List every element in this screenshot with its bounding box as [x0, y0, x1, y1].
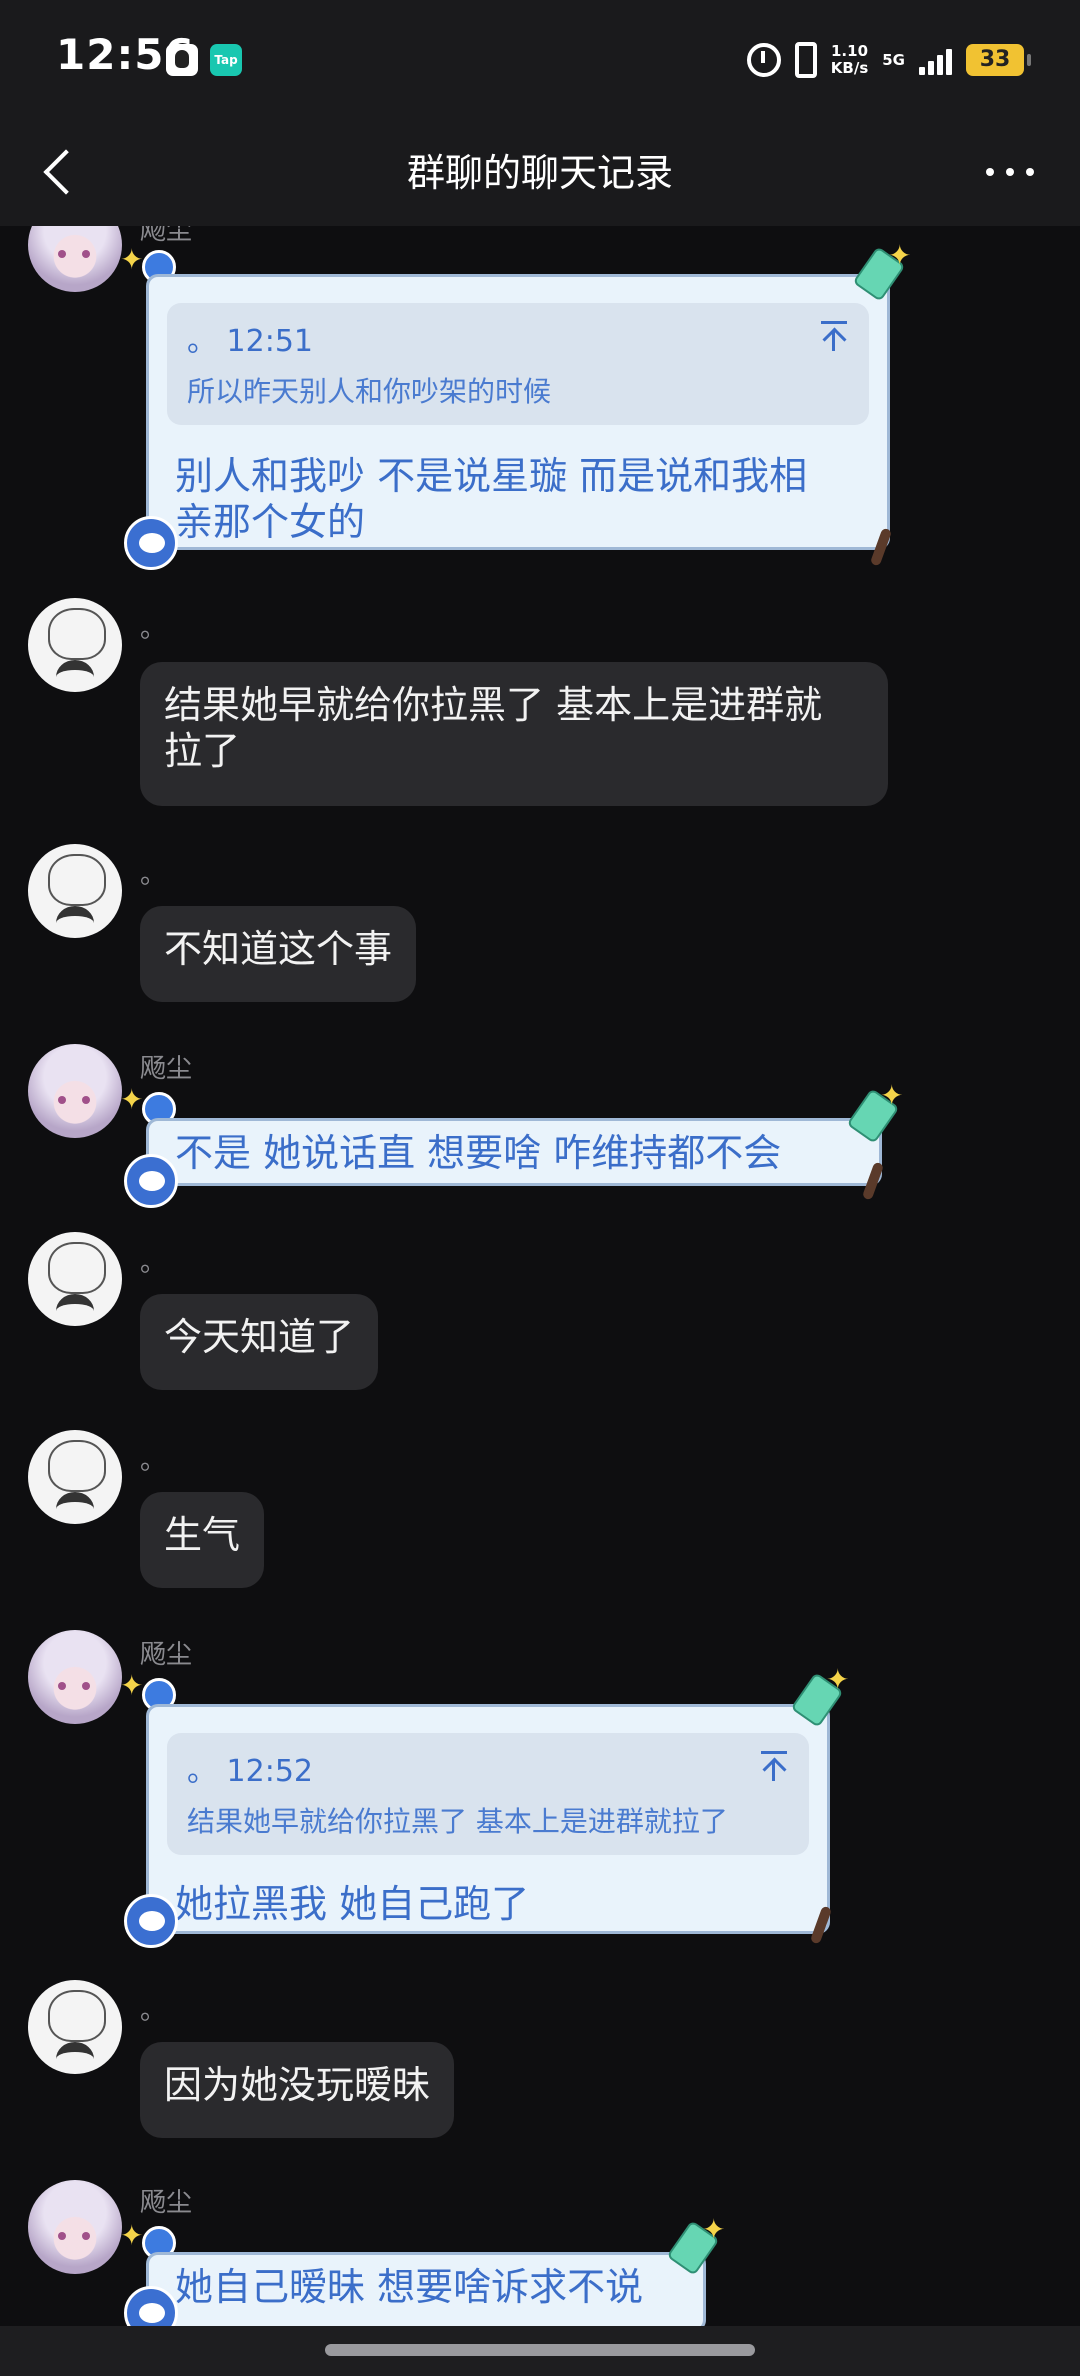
sender-name: 飏尘 [140, 1054, 193, 1084]
sender-name: 。 [140, 1996, 167, 2026]
message-bubble[interactable]: 结果她早就给你拉黑了 基本上是进群就 拉了 [140, 662, 888, 806]
avatar[interactable] [28, 1232, 122, 1326]
message-text-line: 别人和我吵 不是说星璇 而是说和我相 [175, 454, 808, 498]
message-bubble[interactable]: 今天知道了 [140, 1294, 379, 1390]
network-type: 5G [882, 51, 905, 69]
message-text-line: 亲那个女的 [175, 500, 366, 544]
sender-name: 。 [140, 1446, 167, 1476]
status-bar: 12:56 Tap 1.10 KB/s 5G 33 [0, 0, 1080, 118]
message-bubble[interactable]: 生气 [140, 1492, 265, 1588]
quote-sender-time: 。 12:52 [187, 1754, 313, 1789]
taptap-notification-icon: Tap [210, 44, 242, 76]
sparkle-icon: ✦ [880, 1079, 904, 1112]
gesture-bar [0, 2326, 1080, 2376]
network-speed: 1.10 KB/s [831, 43, 868, 77]
vibrate-icon [794, 42, 817, 78]
battery-icon: 33 [966, 44, 1031, 76]
sender-name: 飏尘 [140, 226, 193, 246]
avatar[interactable] [28, 1044, 122, 1138]
avatar[interactable] [28, 598, 122, 692]
jump-to-quote-icon[interactable] [821, 321, 847, 351]
message-text-line: 拉了 [164, 729, 241, 773]
network-type-label: 5G [882, 51, 905, 69]
chat-history[interactable]: 飏尘 ✦ 。 12:51 所以昨天别人和你吵架的时候 别人和我吵 不是说星璇 而… [0, 226, 1080, 2326]
message-bubble[interactable]: 她自己暧昧 想要啥诉求不说 [146, 2252, 706, 2326]
status-indicators: 1.10 KB/s 5G 33 [746, 38, 1031, 82]
sparkle-icon: ✦ [120, 2219, 144, 2252]
message-bubble[interactable]: 。 12:51 所以昨天别人和你吵架的时候 别人和我吵 不是说星璇 而是说和我相… [146, 274, 890, 550]
quote-sender-time: 。 12:51 [187, 324, 313, 359]
message-text: 别人和我吵 不是说星璇 而是说和我相 亲那个女的 [175, 453, 861, 545]
sparkle-icon: ✦ [702, 2213, 726, 2246]
network-speed-unit: KB/s [830, 59, 869, 77]
mascot-icon [124, 1894, 178, 1948]
sender-name: 。 [140, 1248, 167, 1278]
message-text: 她拉黑我 她自己跑了 [175, 1882, 530, 1926]
sparkle-icon: ✦ [120, 1083, 144, 1116]
sparkle-icon: ✦ [120, 1669, 144, 1702]
sparkle-icon: ✦ [826, 1663, 850, 1696]
sender-name: 飏尘 [140, 1640, 193, 1670]
sender-name: 飏尘 [140, 2188, 193, 2218]
message-bubble[interactable]: 不知道这个事 [140, 906, 417, 1002]
mascot-icon [124, 516, 178, 570]
more-options-button[interactable] [980, 150, 1040, 194]
quote-text: 结果她早就给你拉黑了 基本上是进群就拉了 [187, 1805, 728, 1838]
quote-text: 所以昨天别人和你吵架的时候 [187, 375, 552, 408]
avatar[interactable] [28, 1430, 122, 1524]
avatar[interactable] [28, 226, 122, 292]
alarm-icon [746, 43, 781, 77]
avatar[interactable] [28, 2180, 122, 2274]
signal-icon [919, 45, 952, 75]
jump-to-quote-icon[interactable] [761, 1751, 787, 1781]
quoted-message[interactable]: 。 12:52 结果她早就给你拉黑了 基本上是进群就拉了 [167, 1733, 809, 1855]
avatar[interactable] [28, 844, 122, 938]
message-bubble[interactable]: 不是 她说话直 想要啥 咋维持都不会 [146, 1118, 882, 1186]
sparkle-icon: ✦ [120, 243, 144, 276]
message-bubble[interactable]: 因为她没玩暧昧 [140, 2042, 455, 2138]
message-text-line: 结果她早就给你拉黑了 基本上是进群就 [164, 683, 823, 727]
page-title: 群聊的聊天记录 [406, 151, 673, 195]
mascot-icon [124, 1154, 178, 1208]
qq-notification-icon [166, 44, 198, 76]
avatar[interactable] [28, 1980, 122, 2074]
sparkle-icon: ✦ [888, 239, 912, 272]
sender-name: 。 [140, 860, 167, 890]
network-speed-value: 1.10 [831, 42, 869, 60]
nav-bar: 群聊的聊天记录 [0, 118, 1080, 226]
home-indicator[interactable] [325, 2344, 755, 2356]
sender-name: 。 [140, 614, 167, 644]
quoted-message[interactable]: 。 12:51 所以昨天别人和你吵架的时候 [167, 303, 869, 425]
avatar[interactable] [28, 1630, 122, 1724]
message-bubble[interactable]: 。 12:52 结果她早就给你拉黑了 基本上是进群就拉了 她拉黑我 她自己跑了 [146, 1704, 830, 1934]
